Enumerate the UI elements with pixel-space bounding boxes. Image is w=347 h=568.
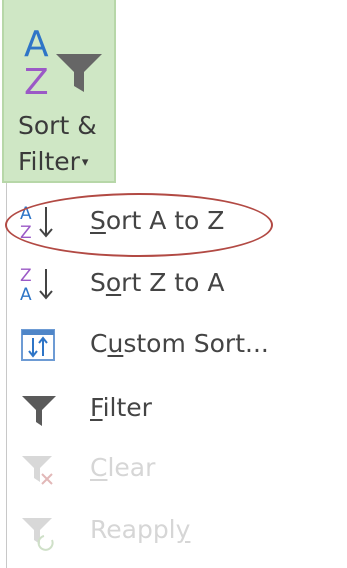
filter-icon (22, 396, 56, 426)
menu-item-label: Custom Sort... (90, 329, 269, 358)
menu-item-label: Filter (90, 393, 152, 422)
menu-left-border (6, 183, 7, 568)
menu-item-clear[interactable]: Clear (10, 440, 340, 498)
menu-item-label: Clear (90, 453, 156, 482)
menu-item-label: Reapply (90, 515, 191, 544)
svg-text:A: A (24, 24, 49, 65)
clear-filter-icon (22, 456, 53, 485)
custom-sort-icon (21, 329, 55, 361)
ribbon-label-line2: Filter ▾ (18, 147, 89, 176)
svg-text:A: A (20, 285, 32, 305)
menu-item-custom-sort[interactable]: Custom Sort... (10, 316, 340, 374)
svg-text:Z: Z (24, 62, 49, 98)
sort-filter-icon: A Z (24, 24, 102, 98)
chevron-down-icon: ▾ (81, 155, 89, 170)
ribbon-label-line1: Sort & (18, 111, 97, 140)
reapply-filter-icon (22, 518, 54, 551)
sort-filter-button[interactable]: A Z Sort & Filter ▾ (2, 0, 116, 183)
menu-item-reapply[interactable]: Reapply (10, 502, 340, 560)
svg-text:Z: Z (20, 266, 32, 286)
menu-item-filter[interactable]: Filter (10, 380, 340, 438)
highlight-ellipse-annotation (5, 193, 273, 257)
menu-item-sort-z-to-a[interactable]: Z A Sort Z to A (10, 255, 340, 313)
sort-z-to-a-icon: Z A (20, 266, 53, 305)
menu-item-label: Sort Z to A (90, 268, 225, 297)
